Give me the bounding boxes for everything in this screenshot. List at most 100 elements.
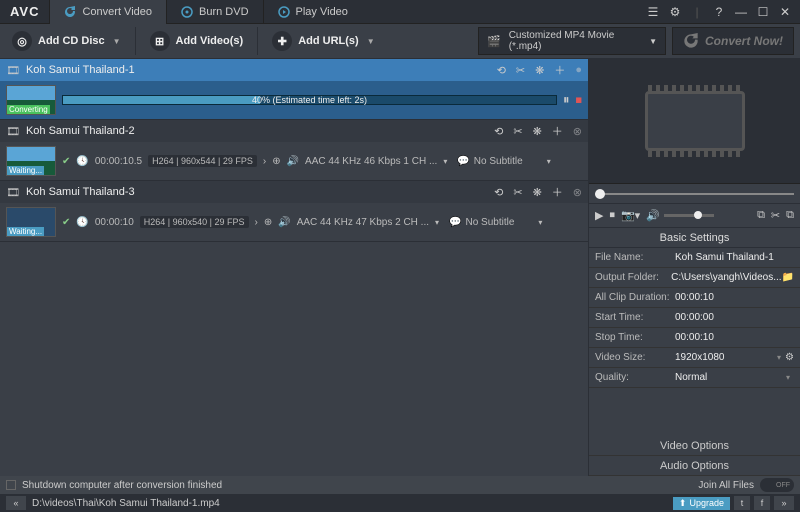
stop-button[interactable]: ⏹ (609, 209, 615, 222)
chevron-down-icon: ▼ (649, 37, 657, 46)
menu-icon[interactable]: ☰ (646, 5, 660, 19)
preview-area (589, 59, 800, 184)
refresh-icon[interactable]: ⟲ (497, 64, 506, 77)
filename-input[interactable]: Koh Samui Thailand-1 (675, 252, 794, 263)
audio-icon: ⊕ (264, 217, 272, 228)
film-icon: 🎬 (487, 35, 501, 48)
play-icon (278, 6, 290, 18)
settings-header: Basic Settings (589, 228, 800, 248)
refresh-icon (64, 6, 76, 18)
maximize-icon[interactable]: ☐ (756, 5, 770, 19)
output-folder-input[interactable]: C:\Users\yangh\Videos... (671, 272, 781, 283)
upgrade-button[interactable]: ⬆Upgrade (673, 497, 730, 510)
remove-icon[interactable]: ⊗ (573, 186, 582, 199)
play-button[interactable]: ▶ (595, 209, 603, 222)
chevron-down-icon[interactable]: ▾ (782, 373, 794, 382)
timeline-thumb[interactable] (595, 189, 605, 199)
snapshot-button[interactable]: 📷▾ (621, 209, 640, 222)
clock-icon: 🕓 (76, 156, 88, 167)
footer: Shutdown computer after conversion finis… (0, 476, 800, 512)
volume-slider[interactable] (664, 214, 714, 217)
add-icon[interactable]: ＋ (552, 184, 563, 200)
add-urls-button[interactable]: ✚ Add URL(s) ▼ (266, 27, 380, 55)
tab-play-video[interactable]: Play Video (263, 0, 362, 24)
chevron-down-icon[interactable]: ▾ (443, 157, 447, 166)
shutdown-checkbox[interactable] (6, 480, 16, 490)
preview-timeline[interactable] (589, 184, 800, 204)
chevron-down-icon: ▼ (367, 37, 375, 46)
video-item[interactable]: 🎞 Koh Samui Thailand-2 ⟲ ✂ ❋ ＋ ⊗ Waiting… (0, 120, 588, 181)
video-options-button[interactable]: Video Options (589, 436, 800, 456)
mark-in-icon[interactable]: ⧉ (757, 209, 765, 222)
chevron-down-icon: ▾ (547, 157, 551, 166)
effects-icon[interactable]: ❋ (533, 186, 542, 199)
video-size-select[interactable]: 1920x1080 (675, 352, 773, 363)
subtitle-select[interactable]: 💬 No Subtitle ▾ (453, 156, 554, 167)
chevron-right-icon[interactable]: › (263, 156, 266, 167)
prev-button[interactable]: « (6, 496, 26, 510)
cut-icon[interactable]: ✂ (516, 64, 525, 77)
refresh-icon[interactable]: ⟲ (494, 186, 503, 199)
settings-icon[interactable]: ⚙ (668, 5, 682, 19)
remove-icon[interactable]: ● (575, 64, 582, 76)
disc-icon (181, 6, 193, 18)
progress-bar: 40% (Estimated time left: 2s) (62, 95, 557, 105)
mark-out-icon[interactable]: ⧉ (786, 209, 794, 222)
video-thumbnail: Waiting... (6, 207, 56, 237)
file-path: D:\videos\Thai\Koh Samui Thailand-1.mp4 (32, 498, 220, 509)
join-files-toggle[interactable]: OFF (760, 478, 794, 492)
help-icon[interactable]: ? (712, 5, 726, 19)
cut-icon[interactable]: ✂ (513, 186, 522, 199)
quality-select[interactable]: Normal (675, 372, 782, 383)
chevron-down-icon: ▾ (538, 218, 542, 227)
browse-folder-icon[interactable]: 📁 (782, 272, 794, 283)
subtitle-icon: 💬 (449, 217, 461, 228)
audio-icon: ⊕ (272, 156, 280, 167)
convert-now-button[interactable]: Convert Now! (672, 27, 794, 55)
speaker-icon: 🔊 (287, 156, 299, 167)
minimize-icon[interactable]: — (734, 5, 748, 19)
film-plus-icon: ⊞ (155, 35, 164, 48)
output-profile-select[interactable]: 🎬 Customized MP4 Movie (*.mp4) ▼ (478, 27, 666, 55)
cut-icon[interactable]: ✂ (513, 125, 522, 138)
effects-icon[interactable]: ❋ (535, 64, 544, 77)
refresh-icon[interactable]: ⟲ (494, 125, 503, 138)
chevron-down-icon[interactable]: ▾ (435, 218, 439, 227)
film-icon: 🎞 (6, 186, 20, 199)
chevron-down-icon[interactable]: ▾ (773, 353, 785, 362)
stop-time-input[interactable]: 00:00:10 (675, 332, 794, 343)
speaker-icon: 🔊 (278, 217, 290, 228)
main-toolbar: ◎ Add CD Disc ▼ ⊞ Add Video(s) ✚ Add URL… (0, 24, 800, 59)
stop-button[interactable]: ⏹ (576, 92, 583, 108)
video-item[interactable]: 🎞 Koh Samui Thailand-1 ⟲ ✂ ❋ ＋ ● Convert… (0, 59, 588, 120)
volume-icon[interactable]: 🔊 (646, 209, 660, 222)
side-panel: ▶ ⏹ 📷▾ 🔊 ⧉ ✂ ⧉ Basic Settings File Name:… (588, 59, 800, 476)
disc-plus-icon: ◎ (17, 35, 27, 48)
check-icon[interactable]: ✔ (62, 217, 70, 228)
title-bar: AVC Convert Video Burn DVD Play Video ☰ … (0, 0, 800, 24)
tab-burn-dvd[interactable]: Burn DVD (166, 0, 263, 24)
window-controls: ☰ ⚙ | ? — ☐ ✕ (638, 5, 800, 19)
next-button[interactable]: » (774, 496, 794, 510)
add-cd-disc-button[interactable]: ◎ Add CD Disc ▼ (6, 27, 127, 55)
pause-button[interactable]: ⏸ (563, 92, 570, 108)
gear-icon[interactable]: ⚙ (785, 352, 794, 363)
twitter-icon[interactable]: t (734, 496, 750, 510)
chevron-right-icon[interactable]: › (255, 217, 258, 228)
remove-icon[interactable]: ⊗ (573, 125, 582, 138)
subtitle-select[interactable]: 💬 No Subtitle ▾ (445, 217, 546, 228)
tab-convert-video[interactable]: Convert Video (49, 0, 166, 24)
filmstrip-icon (645, 91, 745, 151)
cut-icon[interactable]: ✂ (771, 209, 780, 222)
start-time-input[interactable]: 00:00:00 (675, 312, 794, 323)
add-icon[interactable]: ＋ (552, 123, 563, 139)
check-icon[interactable]: ✔ (62, 156, 70, 167)
effects-icon[interactable]: ❋ (533, 125, 542, 138)
facebook-icon[interactable]: f (754, 496, 770, 510)
video-item[interactable]: 🎞 Koh Samui Thailand-3 ⟲ ✂ ❋ ＋ ⊗ Waiting… (0, 181, 588, 242)
add-icon[interactable]: ＋ (554, 62, 565, 78)
close-icon[interactable]: ✕ (778, 5, 792, 19)
film-icon: 🎞 (6, 64, 20, 77)
audio-options-button[interactable]: Audio Options (589, 456, 800, 476)
add-videos-button[interactable]: ⊞ Add Video(s) (144, 27, 250, 55)
